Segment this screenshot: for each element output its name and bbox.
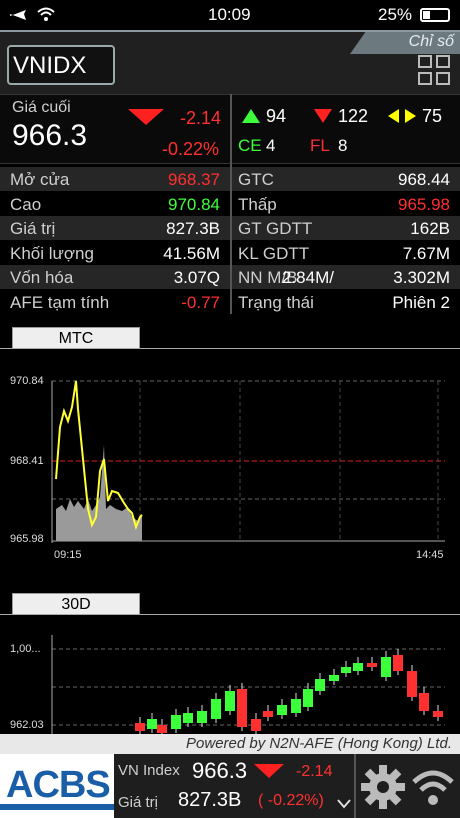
- stat-value: 3.302M: [393, 268, 450, 287]
- stat-value: 3.07Q: [173, 268, 220, 287]
- tab-chi-so[interactable]: Chỉ số: [350, 32, 460, 54]
- daily-chart: 1,00... 962.03: [0, 614, 460, 737]
- stat-label: Giá trị: [10, 219, 56, 238]
- y-label-top: 1,00...: [10, 643, 41, 655]
- tab-30d[interactable]: 30D: [12, 593, 140, 615]
- y-label-high: 970.84: [10, 375, 44, 387]
- status-bar: 10:09 25%: [0, 0, 460, 30]
- index-label: VN Index: [118, 762, 180, 779]
- candlestick-svg: [51, 635, 445, 737]
- battery-icon: [420, 8, 450, 22]
- stat-label: KL GDTT: [238, 243, 310, 263]
- candle: [407, 671, 417, 697]
- last-price-label: Giá cuối: [12, 99, 71, 116]
- candle: [277, 705, 287, 715]
- y-label-ref: 968.41: [10, 455, 44, 467]
- candle: [315, 679, 325, 691]
- up-count: 94: [266, 106, 287, 126]
- candle: [341, 667, 351, 673]
- stat-label: Khối lượng: [10, 243, 94, 263]
- value-amount: 827.3B: [178, 789, 242, 811]
- candle: [183, 713, 193, 723]
- stat-value: 968.37: [168, 170, 220, 189]
- candle: [157, 725, 167, 733]
- stat-overlap: 2.84M/: [282, 268, 334, 287]
- candle: [225, 691, 235, 711]
- tab-mtc[interactable]: MTC: [12, 327, 140, 349]
- gear-icon[interactable]: [360, 764, 406, 810]
- value-percent: ( -0.22%): [258, 792, 324, 809]
- stat-label: Trạng thái: [238, 292, 314, 312]
- fl-label: FL: [310, 136, 330, 155]
- intraday-chart-svg: [51, 380, 445, 543]
- stat-value: 162B: [410, 219, 450, 238]
- flat-arrows-icon: [388, 109, 416, 123]
- down-count: 122: [338, 106, 369, 126]
- wifi-icon: [37, 7, 55, 21]
- stat-label: Vốn hóa: [10, 268, 74, 287]
- last-price-value: 966.3: [12, 119, 88, 152]
- change-value: -2.14: [180, 108, 222, 128]
- candle: [433, 711, 443, 717]
- stat-value: 965.98: [398, 194, 450, 214]
- y-label-low: 965.98: [10, 533, 44, 545]
- candle: [303, 689, 313, 707]
- x-label-end: 14:45: [416, 549, 444, 561]
- stat-label: AFE tạm tính: [10, 292, 110, 312]
- up-triangle-icon: [242, 109, 260, 123]
- down-arrow-icon: [128, 109, 164, 125]
- candle: [381, 657, 391, 677]
- stat-value: 970.84: [168, 194, 220, 214]
- ce-count: 4: [266, 136, 276, 155]
- stat-value: -0.77: [181, 292, 220, 312]
- candle: [291, 699, 301, 713]
- candle: [419, 693, 429, 711]
- change-percent: -0.22%: [162, 139, 220, 159]
- stat-label: Mở cửa: [10, 170, 70, 189]
- candle: [147, 719, 157, 729]
- candle: [197, 711, 207, 723]
- battery-percent: 25%: [378, 5, 413, 24]
- clock: 10:09: [208, 5, 251, 24]
- stat-value: 7.67M: [402, 243, 450, 263]
- index-value: 966.3: [192, 758, 248, 783]
- intraday-chart: 970.84 968.41 965.98 09:15 14:45: [0, 348, 460, 570]
- candle: [171, 715, 181, 729]
- airplane-icon: [10, 10, 26, 20]
- stat-value: Phiên 2: [392, 292, 450, 312]
- candle: [367, 663, 377, 667]
- fl-count: 8: [338, 136, 348, 155]
- flat-count: 75: [422, 106, 443, 126]
- stat-label: Thấp: [238, 194, 277, 214]
- stat-value: 827.3B: [166, 219, 220, 238]
- powered-by-bar: Powered by N2N-AFE (Hong Kong) Ltd.: [0, 734, 460, 754]
- wifi-signal-icon[interactable]: [410, 764, 456, 810]
- y-label-bottom: 962.03: [10, 719, 44, 731]
- candle: [211, 699, 221, 719]
- candle: [329, 675, 339, 681]
- candle: [237, 689, 247, 727]
- acbs-logo: ACBS: [0, 754, 114, 818]
- stat-label: GT GDTT: [238, 219, 313, 238]
- down-triangle-icon: [314, 109, 332, 123]
- ce-label: CE: [238, 136, 262, 155]
- candle: [135, 723, 145, 731]
- stat-value: 968.44: [398, 170, 450, 189]
- stat-value: 41.56M: [163, 243, 220, 263]
- candle: [251, 719, 261, 731]
- index-down-icon: [254, 764, 284, 778]
- grid-view-icon[interactable]: [418, 55, 452, 87]
- chevron-down-icon[interactable]: [336, 798, 352, 810]
- candle: [263, 711, 273, 717]
- stat-label: GTC: [238, 170, 274, 189]
- x-label-start: 09:15: [54, 549, 82, 561]
- stat-label: Cao: [10, 194, 42, 214]
- symbol-selector[interactable]: VNIDX: [7, 45, 115, 85]
- column-divider: [230, 94, 232, 314]
- symbol-label: VNIDX: [13, 52, 87, 79]
- value-label: Giá trị: [118, 794, 159, 811]
- index-change: -2.14: [296, 763, 333, 780]
- candle: [393, 655, 403, 671]
- candle: [353, 663, 363, 671]
